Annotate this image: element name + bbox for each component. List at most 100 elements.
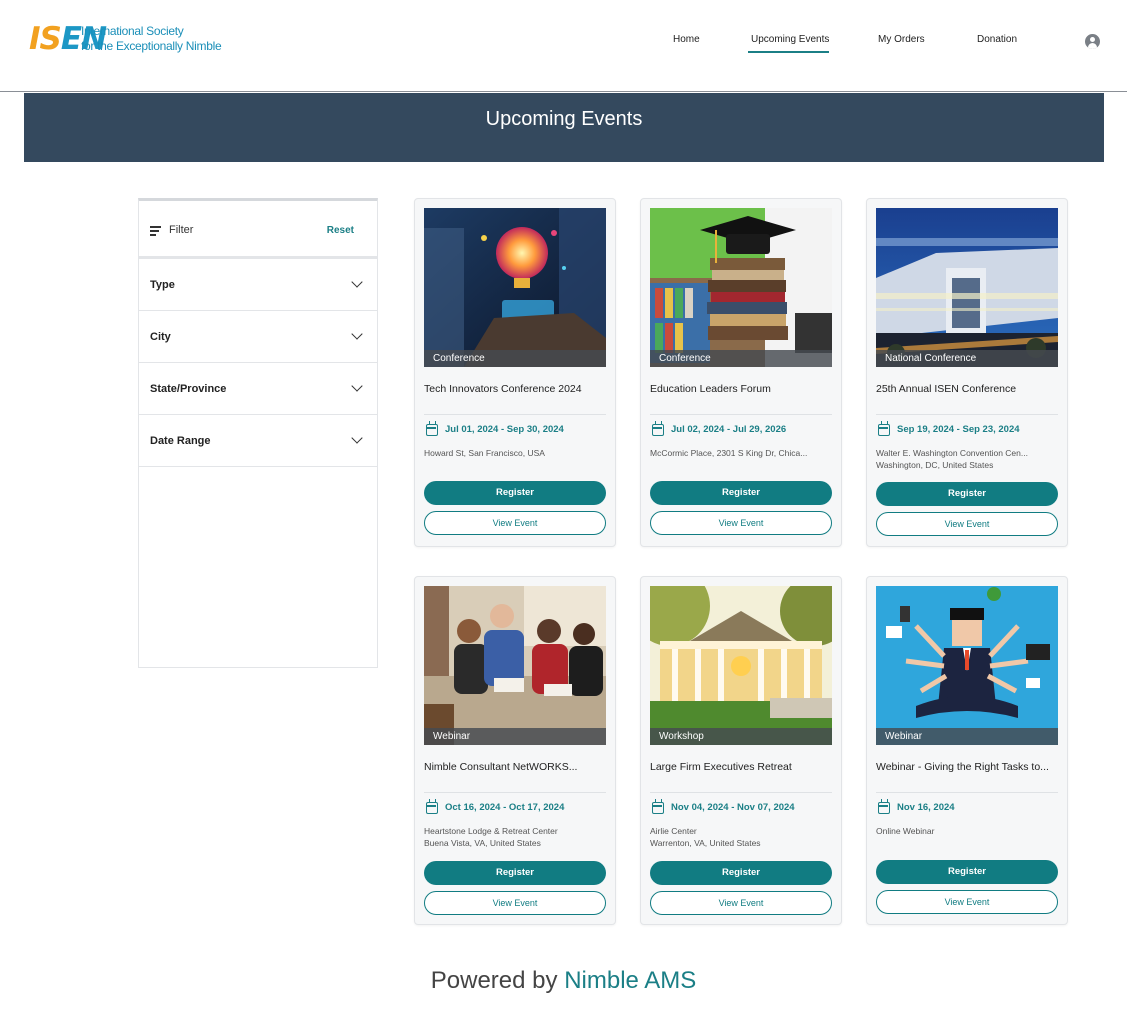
location-line-1: Airlie Center — [650, 826, 697, 836]
view-event-button[interactable]: View Event — [424, 891, 606, 915]
page-title: Upcoming Events — [485, 108, 643, 130]
top-navigation-bar: ISEN International Society for the Excep… — [0, 0, 1127, 92]
event-location: Airlie Center Warrenton, VA, United Stat… — [650, 825, 832, 849]
page-banner: Upcoming Events — [24, 93, 1104, 162]
view-event-button[interactable]: View Event — [876, 512, 1058, 536]
logo-line-2: for the Exceptionally Nimble — [81, 39, 222, 53]
location-line-1: McCormic Place, 2301 S King Dr, Chica... — [650, 448, 808, 458]
divider — [424, 792, 606, 793]
nav-donation[interactable]: Donation — [977, 34, 1017, 45]
divider — [876, 792, 1058, 793]
calendar-icon — [652, 421, 664, 436]
event-title[interactable]: Webinar - Giving the Right Tasks to... — [876, 761, 1058, 773]
calendar-icon — [878, 421, 890, 436]
chevron-down-icon — [351, 328, 363, 340]
register-button[interactable]: Register — [424, 481, 606, 505]
divider — [650, 792, 832, 793]
location-line-1: Howard St, San Francisco, USA — [424, 448, 545, 458]
nav-upcoming-events[interactable]: Upcoming Events — [751, 34, 829, 45]
event-title[interactable]: 25th Annual ISEN Conference — [876, 383, 1058, 395]
facet-date-range[interactable]: Date Range — [139, 415, 377, 467]
event-date: Sep 19, 2024 - Sep 23, 2024 — [897, 424, 1020, 435]
user-profile-icon[interactable] — [1085, 34, 1100, 49]
filter-sidebar: Filter Reset Type City State/Province Da… — [138, 198, 378, 668]
location-line-1: Walter E. Washington Convention Cen... — [876, 448, 1028, 458]
facet-label: Type — [150, 279, 175, 291]
event-image[interactable] — [876, 208, 1058, 367]
event-card: Conference Education Leaders Forum Jul 0… — [640, 198, 842, 547]
register-button[interactable]: Register — [876, 860, 1058, 884]
facet-type[interactable]: Type — [139, 259, 377, 311]
filter-lines-icon — [150, 226, 161, 236]
event-type-label: Webinar — [424, 728, 606, 745]
facet-state-province[interactable]: State/Province — [139, 363, 377, 415]
event-location: Online Webinar — [876, 825, 1058, 837]
location-line-1: Online Webinar — [876, 826, 935, 836]
view-event-button[interactable]: View Event — [650, 891, 832, 915]
location-line-1: Heartstone Lodge & Retreat Center — [424, 826, 558, 836]
reset-filters-link[interactable]: Reset — [327, 225, 354, 236]
event-title[interactable]: Education Leaders Forum — [650, 383, 832, 395]
nimble-ams-link[interactable]: Nimble AMS — [564, 967, 696, 994]
divider — [424, 414, 606, 415]
event-date: Jul 02, 2024 - Jul 29, 2026 — [671, 424, 787, 435]
calendar-icon — [426, 421, 438, 436]
calendar-icon — [426, 799, 438, 814]
location-line-2: Warrenton, VA, United States — [650, 838, 761, 848]
chevron-down-icon — [351, 432, 363, 444]
logo-text: International Society for the Exceptiona… — [81, 24, 222, 54]
nav-my-orders[interactable]: My Orders — [878, 34, 925, 45]
event-type-label: National Conference — [876, 350, 1058, 367]
powered-by-footer: Powered by Nimble AMS — [0, 967, 1127, 995]
register-button[interactable]: Register — [650, 481, 832, 505]
chevron-down-icon — [351, 276, 363, 288]
event-card: Webinar Nimble Consultant NetWORKS... Oc… — [414, 576, 616, 925]
event-image[interactable] — [650, 586, 832, 745]
logo-line-1: International Society — [81, 24, 184, 38]
divider — [876, 414, 1058, 415]
nav-home[interactable]: Home — [673, 34, 700, 45]
view-event-button[interactable]: View Event — [650, 511, 832, 535]
view-event-button[interactable]: View Event — [876, 890, 1058, 914]
event-location: Heartstone Lodge & Retreat Center Buena … — [424, 825, 606, 849]
event-type-label: Conference — [424, 350, 606, 367]
event-date: Nov 16, 2024 — [897, 802, 955, 813]
event-title[interactable]: Nimble Consultant NetWORKS... — [424, 761, 606, 773]
filter-header: Filter Reset — [139, 201, 377, 259]
facet-label: Date Range — [150, 435, 211, 447]
event-location: Walter E. Washington Convention Cen... W… — [876, 447, 1058, 471]
event-location: McCormic Place, 2301 S King Dr, Chica... — [650, 447, 832, 459]
chevron-down-icon — [351, 380, 363, 392]
event-card: Workshop Large Firm Executives Retreat N… — [640, 576, 842, 925]
active-nav-underline — [748, 51, 829, 53]
event-card: Conference Tech Innovators Conference 20… — [414, 198, 616, 547]
register-button[interactable]: Register — [876, 482, 1058, 506]
event-image[interactable] — [650, 208, 832, 367]
event-type-label: Webinar — [876, 728, 1058, 745]
event-image[interactable] — [424, 208, 606, 367]
facet-label: State/Province — [150, 383, 227, 395]
view-event-button[interactable]: View Event — [424, 511, 606, 535]
event-title[interactable]: Large Firm Executives Retreat — [650, 761, 832, 773]
event-location: Howard St, San Francisco, USA — [424, 447, 606, 459]
divider — [650, 414, 832, 415]
event-type-label: Conference — [650, 350, 832, 367]
filter-label: Filter — [169, 224, 194, 236]
register-button[interactable]: Register — [650, 861, 832, 885]
register-button[interactable]: Register — [424, 861, 606, 885]
location-line-2: Washington, DC, United States — [876, 460, 994, 470]
calendar-icon — [652, 799, 664, 814]
powered-by-text: Powered by — [430, 967, 558, 994]
event-image[interactable] — [876, 586, 1058, 745]
event-image[interactable] — [424, 586, 606, 745]
isen-logo[interactable]: ISEN International Society for the Excep… — [29, 22, 222, 58]
facet-city[interactable]: City — [139, 311, 377, 363]
event-date: Jul 01, 2024 - Sep 30, 2024 — [445, 424, 564, 435]
facet-label: City — [150, 331, 171, 343]
event-date: Oct 16, 2024 - Oct 17, 2024 — [445, 802, 565, 813]
event-date: Nov 04, 2024 - Nov 07, 2024 — [671, 802, 795, 813]
event-type-label: Workshop — [650, 728, 832, 745]
event-card: Webinar Webinar - Giving the Right Tasks… — [866, 576, 1068, 925]
location-line-2: Buena Vista, VA, United States — [424, 838, 541, 848]
event-title[interactable]: Tech Innovators Conference 2024 — [424, 383, 606, 395]
